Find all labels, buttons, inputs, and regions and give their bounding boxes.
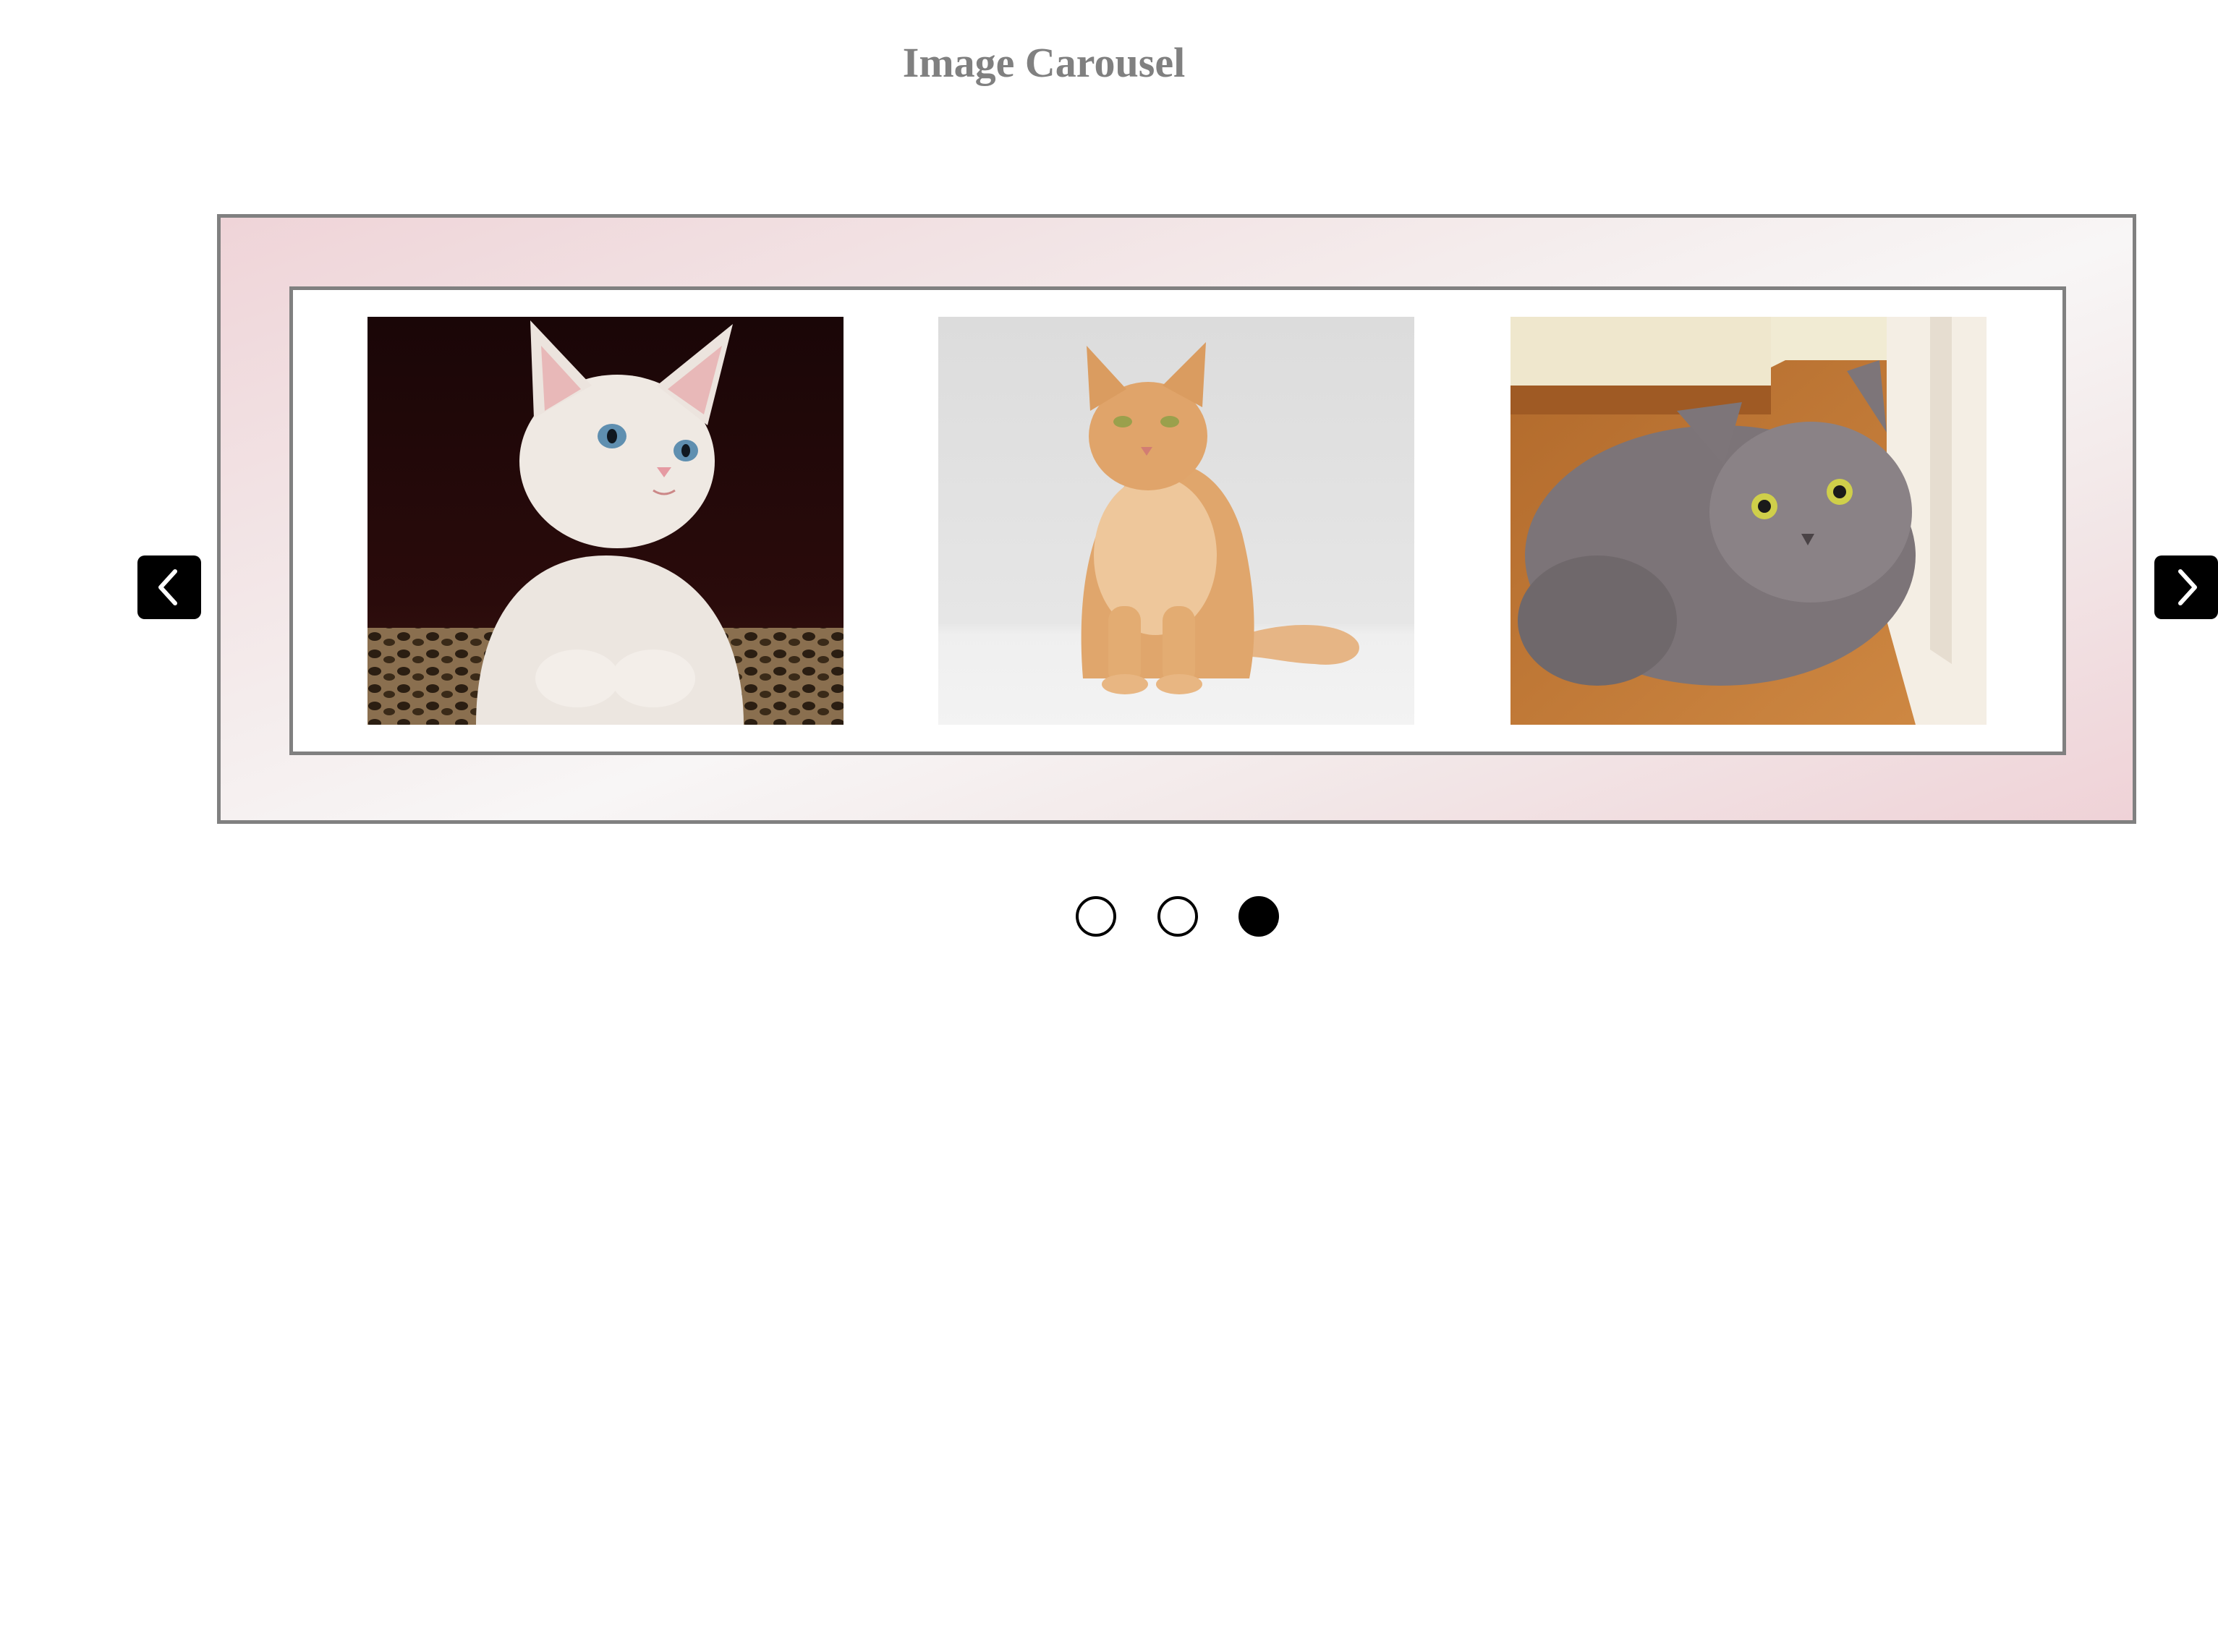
- white-kitten-photo: [367, 317, 844, 725]
- chevron-left-icon: [158, 569, 177, 605]
- prev-slide-button[interactable]: [137, 555, 201, 619]
- carousel-slide-orange-cat[interactable]: [938, 317, 1414, 725]
- carousel-slide-gray-cat[interactable]: [1510, 317, 1987, 725]
- carousel-dot-3[interactable]: [1238, 896, 1279, 937]
- page: Image Carousel: [0, 0, 2218, 1652]
- orange-cat-photo: [938, 317, 1414, 725]
- carousel-dot-2[interactable]: [1157, 896, 1198, 937]
- gray-cat-photo: [1510, 317, 1987, 725]
- chevron-right-icon: [2178, 569, 2197, 605]
- page-title: Image Carousel: [902, 39, 1186, 86]
- carousel-dot-1[interactable]: [1076, 896, 1116, 937]
- carousel-slide-white-kitten[interactable]: [367, 317, 844, 725]
- next-slide-button[interactable]: [2154, 555, 2218, 619]
